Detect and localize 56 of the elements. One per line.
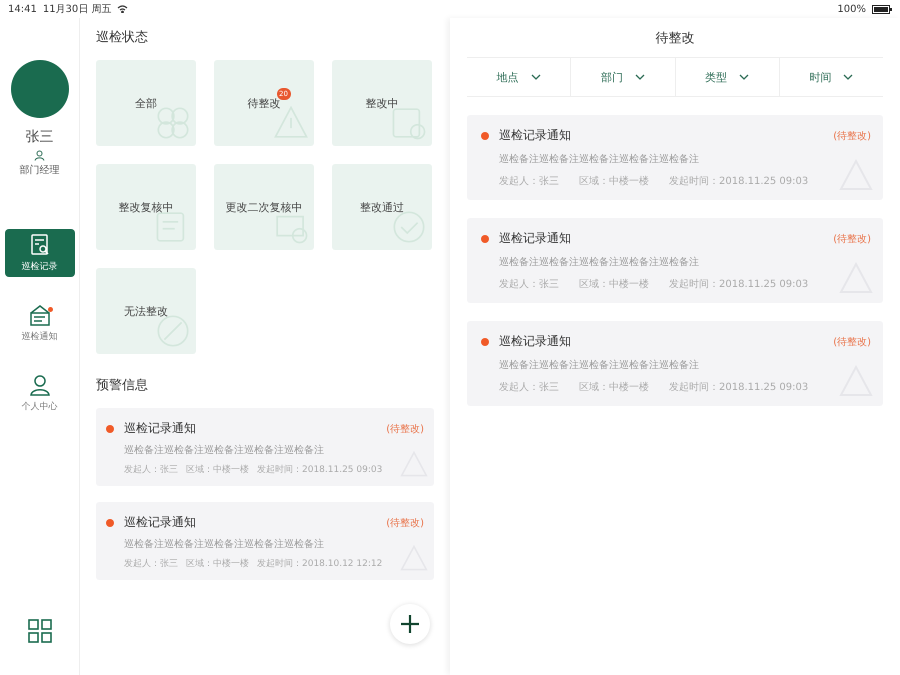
card-meta: 区域：中楼一楼 [186, 464, 249, 476]
filter-dropdown[interactable]: 部门 [571, 58, 676, 96]
card-title: 巡检记录通知 [124, 514, 196, 531]
status-time: 14:41 [8, 4, 37, 14]
card-meta: 区域：中楼一楼 [579, 278, 649, 291]
card-meta: 发起人：张三 [499, 278, 559, 291]
section-title: 巡检状态 [96, 29, 149, 46]
card-note: 巡检备注巡检备注巡检备注巡检备注巡检备注 [498, 358, 700, 372]
card-title: 巡检记录通知 [499, 230, 571, 247]
status-card[interactable]: 整改通过 [332, 164, 432, 250]
card-meta: 发起时间：2018.11.25 09:03 [257, 464, 382, 476]
nav-item[interactable]: 个人中心 [4, 369, 74, 417]
card-meta: 发起时间：2018.11.25 09:03 [669, 174, 808, 188]
battery-percent: 100% [837, 4, 866, 14]
card-meta: 区域：中楼一楼 [186, 558, 249, 570]
card-meta: 发起时间：2018.11.25 09:03 [669, 380, 808, 394]
card-title: 巡检记录通知 [499, 127, 571, 144]
section-title: 预警信息 [96, 377, 149, 394]
filter-dropdown[interactable]: 地点 [467, 58, 572, 96]
user-name: 张三 [26, 128, 54, 146]
status-card[interactable]: 整改复核中 [96, 164, 196, 250]
status-tag: (待整改) [386, 422, 424, 436]
user-role: 部门经理 [20, 164, 60, 177]
nav-item[interactable]: 巡检通知 [4, 299, 74, 347]
notification-card[interactable]: 巡检记录通知 (待整改) 巡检备注巡检备注巡检备注巡检备注巡检备注 发起人：张三 区域：中楼一楼 发起时间：2018.11.25 09:03 [96, 408, 434, 486]
status-card[interactable]: 整改中 [332, 60, 432, 146]
card-note: 巡检备注巡检备注巡检备注巡检备注巡检备注 [123, 444, 325, 457]
status-card[interactable]: 更改二次复核中 [214, 164, 314, 250]
filter-dropdown[interactable]: 时间 [780, 58, 883, 96]
card-title: 巡检记录通知 [124, 420, 196, 437]
card-meta: 发起人：张三 [499, 380, 559, 394]
notification-card[interactable]: 巡检记录通知 (待整改) 巡检备注巡检备注巡检备注巡检备注巡检备注 发起人：张三 区域：中楼一楼 发起时间：2018.11.25 09:03 [467, 218, 883, 303]
notification-card[interactable]: 巡检记录通知 (待整改) 巡检备注巡检备注巡检备注巡检备注巡检备注 发起人：张三 区域：中楼一楼 发起时间：2018.11.25 09:03 [467, 321, 883, 406]
card-note: 巡检备注巡检备注巡检备注巡检备注巡检备注 [498, 152, 700, 166]
status-tag: (待整改) [833, 128, 871, 142]
card-meta: 区域：中楼一楼 [579, 380, 649, 394]
status-card[interactable]: 无法整改 [96, 268, 196, 354]
card-meta: 区域：中楼一楼 [579, 174, 649, 188]
card-meta: 发起人：张三 [124, 464, 178, 476]
card-meta: 发起时间：2018.11.25 09:03 [669, 278, 808, 291]
card-note: 巡检备注巡检备注巡检备注巡检备注巡检备注 [123, 538, 325, 551]
notification-card[interactable]: 巡检记录通知 (待整改) 巡检备注巡检备注巡检备注巡检备注巡检备注 发起人：张三 区域：中楼一楼 发起时间：2018.10.12 12:12 [96, 502, 434, 580]
status-tag: (待整改) [833, 334, 871, 348]
status-tag: (待整改) [833, 232, 871, 246]
status-date: 11月30日 周五 [42, 3, 112, 16]
card-note: 巡检备注巡检备注巡检备注巡检备注巡检备注 [498, 256, 700, 269]
card-meta: 发起人：张三 [124, 558, 178, 570]
panel-title: 待整改 [467, 18, 883, 58]
notification-card[interactable]: 巡检记录通知 (待整改) 巡检备注巡检备注巡检备注巡检备注巡检备注 发起人：张三 区域：中楼一楼 发起时间：2018.11.25 09:03 [467, 115, 883, 200]
card-title: 巡检记录通知 [499, 333, 571, 350]
nav-item[interactable]: 巡检记录 [4, 229, 74, 277]
status-card[interactable]: 全部 [96, 60, 196, 146]
card-meta: 发起时间：2018.10.12 12:12 [257, 558, 382, 570]
status-tag: (待整改) [386, 516, 424, 530]
card-meta: 发起人：张三 [499, 174, 559, 188]
filter-dropdown[interactable]: 类型 [676, 58, 780, 96]
